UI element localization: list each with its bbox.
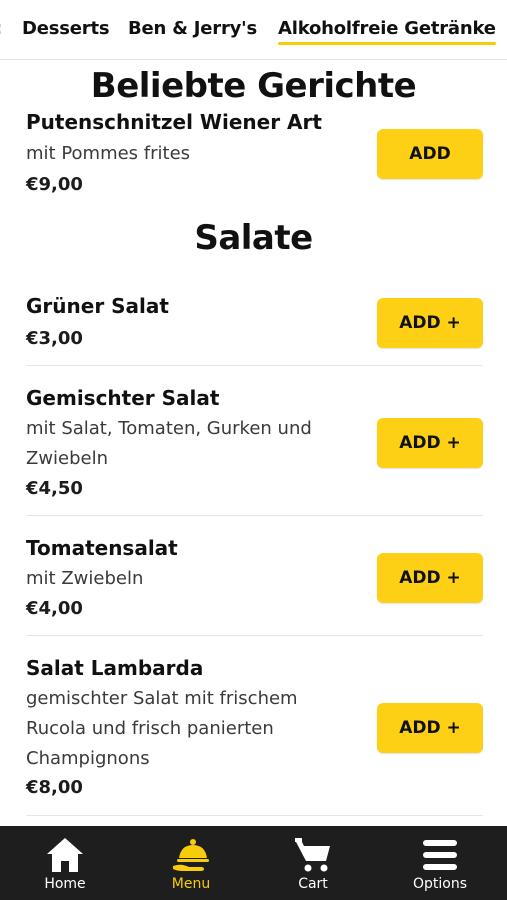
item-name: Gemischter Salat (26, 386, 220, 410)
item-price: €8,00 (26, 777, 83, 798)
item-price: €4,50 (26, 478, 83, 499)
item-name: Grüner Salat (26, 294, 169, 318)
add-button[interactable]: ADD (377, 129, 483, 179)
item-name: Putenschnitzel Wiener Art (26, 110, 322, 134)
cart-icon (293, 836, 333, 874)
tab-alkoholfreie-getraenke[interactable]: Alkoholfreie Getränke (278, 18, 496, 45)
hamburger-menu-icon (420, 836, 460, 874)
add-button[interactable]: ADD + (377, 703, 483, 753)
nav-options[interactable]: Options (377, 826, 503, 900)
divider (26, 365, 483, 366)
nav-cart[interactable]: Cart (250, 826, 376, 900)
item-description-line: Rucola und frisch panierten (26, 718, 274, 739)
item-description: mit Pommes frites (26, 143, 191, 164)
divider (26, 815, 483, 816)
nav-label: Menu (171, 876, 211, 892)
add-button[interactable]: ADD + (377, 298, 483, 348)
tab-ben-and-jerrys[interactable]: Ben & Jerry's (128, 18, 257, 39)
nav-label: Options (412, 876, 468, 892)
item-description-line: mit Zwiebeln (26, 568, 144, 589)
section-heading-popular: Beliebte Gerichte (0, 66, 507, 110)
divider (26, 635, 483, 636)
nav-label: Cart (298, 876, 328, 892)
item-description-line: mit Salat, Tomaten, Gurken und (26, 418, 312, 439)
nav-label: Home (44, 876, 86, 892)
item-price: €4,00 (26, 598, 83, 619)
menu-cloche-icon (171, 836, 211, 874)
home-icon (45, 836, 85, 874)
section-heading-salate: Salate (194, 218, 313, 258)
nav-home[interactable]: Home (2, 826, 128, 900)
nav-menu[interactable]: Menu (128, 826, 254, 900)
tab-partial[interactable]: : (0, 18, 2, 39)
item-description-line: Champignons (26, 748, 150, 769)
item-price: €9,00 (26, 174, 83, 195)
item-name: Tomatensalat (26, 536, 178, 560)
item-description-line: Zwiebeln (26, 448, 109, 469)
add-button[interactable]: ADD + (377, 553, 483, 603)
add-button[interactable]: ADD + (377, 418, 483, 468)
tab-desserts[interactable]: Desserts (22, 18, 110, 39)
item-description-line: gemischter Salat mit frischem (26, 688, 298, 709)
bottom-nav: Home Menu Cart Options (0, 826, 507, 900)
item-name: Salat Lambarda (26, 656, 204, 680)
item-price: €3,00 (26, 328, 83, 349)
category-tabs: : Desserts Ben & Jerry's Alkoholfreie Ge… (0, 0, 507, 60)
divider (26, 515, 483, 516)
